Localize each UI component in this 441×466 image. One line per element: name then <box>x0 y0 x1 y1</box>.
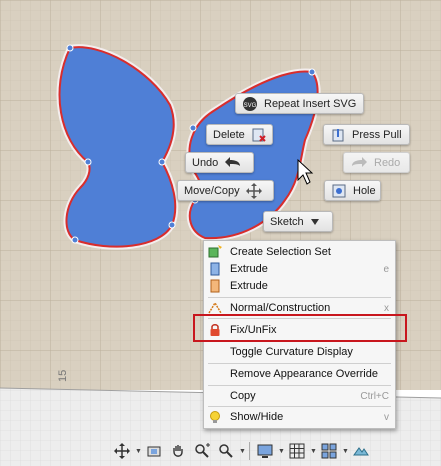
menu-item-extrude-2[interactable]: Extrude <box>204 277 395 295</box>
extrude-orange-icon <box>210 279 220 293</box>
navigation-toolbar: ▼ ▼ ▼ ▼ ▼ <box>111 437 391 465</box>
environment-icon[interactable] <box>350 440 372 462</box>
pan-icon[interactable] <box>167 440 189 462</box>
look-at-icon[interactable] <box>143 440 165 462</box>
chevron-down-icon[interactable]: ▼ <box>278 448 285 455</box>
chevron-down-icon <box>310 218 320 226</box>
zoom-icon[interactable] <box>191 440 213 462</box>
extrude-icon <box>210 262 220 276</box>
svg-text:SVG: SVG <box>244 103 257 109</box>
press-pull-label: Press Pull <box>352 128 402 141</box>
menu-separator <box>208 363 391 364</box>
hole-button[interactable]: Hole <box>324 180 381 201</box>
sketch-dropdown-button[interactable]: Sketch <box>263 211 333 232</box>
sketch-label: Sketch <box>270 215 304 228</box>
menu-item-create-selection-set[interactable]: Create Selection Set <box>204 243 395 261</box>
chevron-down-icon[interactable]: ▼ <box>239 448 246 455</box>
hole-icon <box>331 183 347 199</box>
chevron-down-icon[interactable]: ▼ <box>135 448 142 455</box>
redo-icon <box>350 156 368 170</box>
viewports-icon[interactable] <box>318 440 340 462</box>
grid-icon[interactable] <box>286 440 308 462</box>
menu-separator <box>208 297 391 298</box>
menu-item-copy[interactable]: Copy Ctrl+C <box>204 387 395 405</box>
delete-label: Delete <box>213 128 245 141</box>
redo-label: Redo <box>374 156 401 169</box>
undo-button[interactable]: Undo <box>185 152 254 173</box>
orbit-icon[interactable] <box>111 440 133 462</box>
menu-item-extrude[interactable]: Extrude e <box>204 260 395 278</box>
svg-insert-icon: SVG <box>242 96 258 112</box>
menu-item-show-hide[interactable]: Show/Hide v <box>204 408 395 426</box>
selection-set-icon <box>208 245 222 258</box>
move-copy-button[interactable]: Move/Copy <box>177 180 274 201</box>
ruler-label: 15 <box>57 370 69 382</box>
press-pull-icon <box>330 127 346 143</box>
chevron-down-icon[interactable]: ▼ <box>342 448 349 455</box>
repeat-label: Repeat Insert SVG <box>264 97 357 110</box>
toolbar-separator <box>249 442 250 460</box>
redo-button[interactable]: Redo <box>343 152 410 173</box>
menu-separator <box>208 385 391 386</box>
menu-item-remove-appearance-override[interactable]: Remove Appearance Override <box>204 365 395 383</box>
delete-icon <box>251 127 267 143</box>
repeat-insert-svg-button[interactable]: SVG Repeat Insert SVG <box>235 93 364 114</box>
fit-icon[interactable] <box>215 440 237 462</box>
menu-item-toggle-curvature[interactable]: Toggle Curvature Display <box>204 343 395 361</box>
menu-separator <box>208 406 391 407</box>
annotation-highlight-box <box>193 314 407 342</box>
move-copy-label: Move/Copy <box>184 184 240 197</box>
move-icon <box>245 182 262 199</box>
chevron-down-icon[interactable]: ▼ <box>310 448 317 455</box>
lightbulb-icon <box>210 411 220 423</box>
delete-button[interactable]: Delete <box>206 124 273 145</box>
hole-label: Hole <box>353 184 376 197</box>
undo-label: Undo <box>192 156 219 169</box>
undo-icon <box>224 156 242 170</box>
press-pull-button[interactable]: Press Pull <box>323 124 410 145</box>
construction-icon <box>208 301 222 314</box>
display-icon[interactable] <box>254 440 276 462</box>
